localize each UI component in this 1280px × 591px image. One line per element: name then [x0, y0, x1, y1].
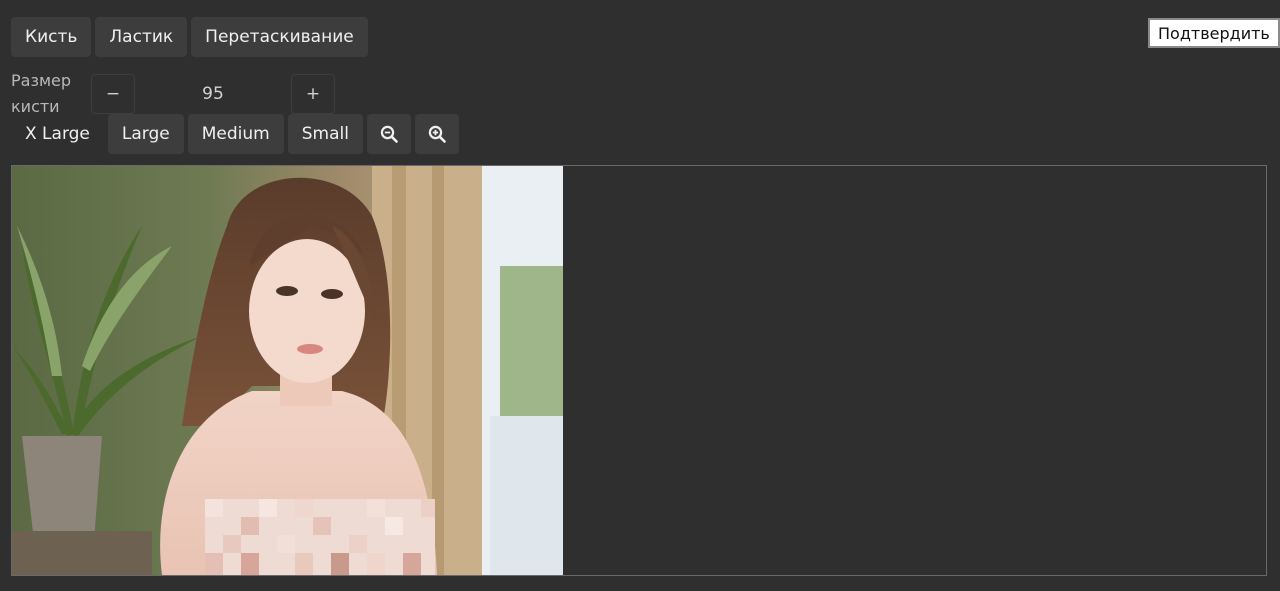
decrease-size-button[interactable]: − — [91, 74, 135, 114]
zoom-out-icon — [380, 125, 398, 143]
brush-size-label-line1: Размер — [11, 71, 72, 90]
increase-size-button[interactable]: + — [291, 74, 335, 114]
editable-photo[interactable] — [12, 166, 563, 575]
zoom-in-icon — [428, 125, 446, 143]
size-preset-large[interactable]: Large — [107, 114, 184, 154]
brush-size-label: Размер кисти — [11, 68, 89, 120]
confirm-button[interactable]: Подтвердить — [1148, 18, 1280, 48]
brush-mode-button[interactable]: Кисть — [11, 17, 92, 57]
editor-canvas[interactable] — [11, 165, 1267, 576]
size-preset-small[interactable]: Small — [287, 114, 363, 154]
zoom-in-button[interactable] — [414, 114, 459, 154]
brush-size-stepper: − 95 + — [91, 74, 335, 114]
zoom-out-button[interactable] — [366, 114, 411, 154]
drag-mode-button[interactable]: Перетаскивание — [191, 17, 368, 57]
preset-zoom-row: X Large Large Medium Small — [11, 114, 463, 154]
censor-mosaic — [205, 499, 435, 575]
size-preset-xlarge[interactable]: X Large — [11, 114, 104, 154]
size-preset-medium[interactable]: Medium — [187, 114, 284, 154]
brush-size-row: Размер кисти − 95 + — [11, 68, 335, 120]
eraser-mode-button[interactable]: Ластик — [95, 17, 188, 57]
brush-size-input[interactable]: 95 — [135, 74, 291, 114]
mode-toolbar: Кисть Ластик Перетаскивание — [11, 17, 372, 57]
